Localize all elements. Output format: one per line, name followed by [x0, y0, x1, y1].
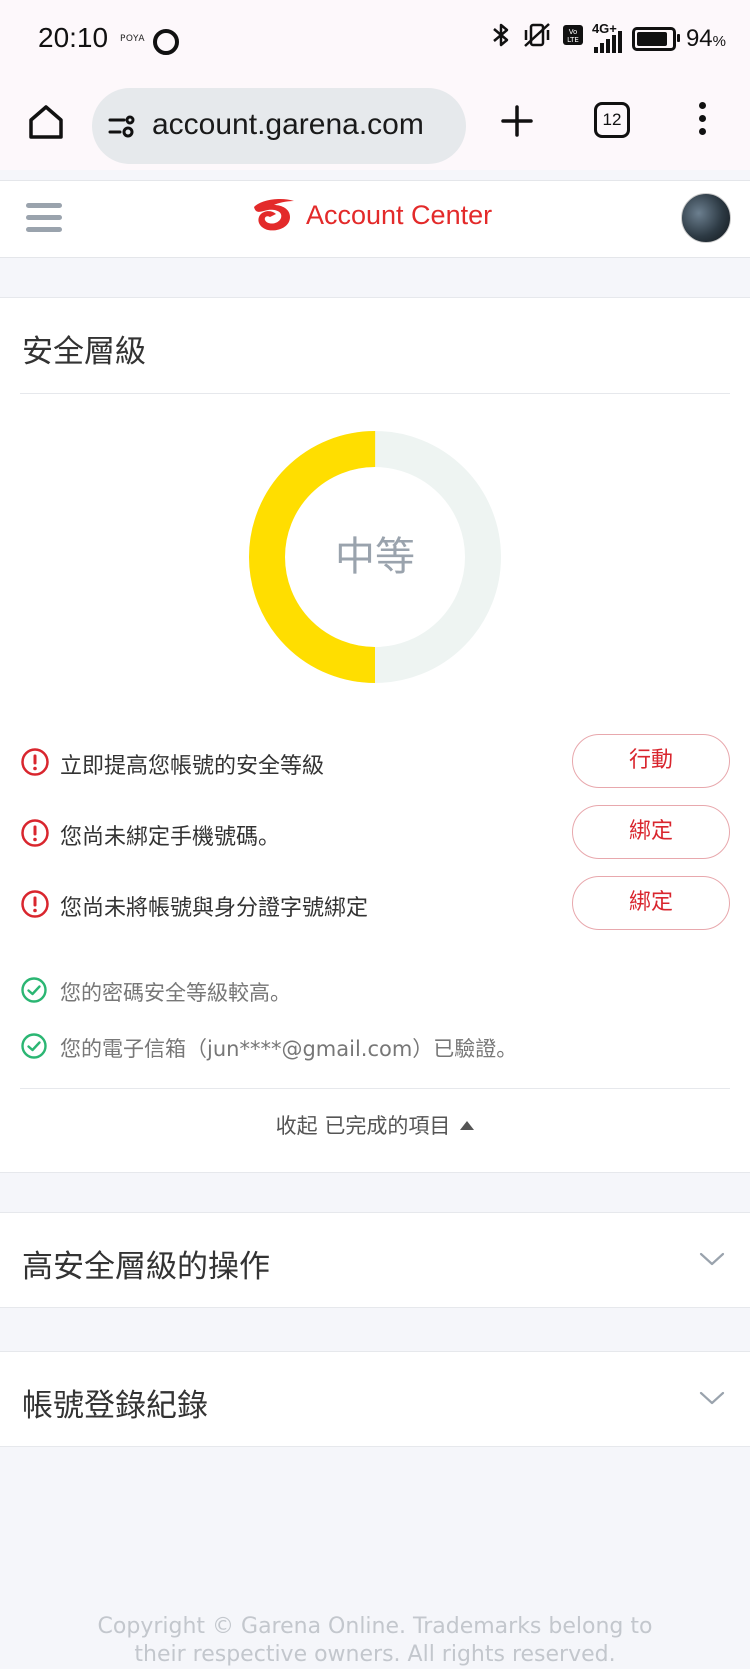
home-button[interactable]: [26, 102, 66, 142]
divider: [20, 1088, 730, 1089]
security-gauge: 中等: [249, 431, 501, 683]
menu-bar-icon: [26, 203, 62, 208]
more-menu-button[interactable]: [694, 102, 710, 142]
network-type: 4G+: [591, 20, 617, 36]
check-circle-icon: [21, 977, 47, 1003]
tab-switcher-button[interactable]: 12: [594, 102, 630, 138]
caret-up-icon: [460, 1120, 475, 1130]
accordion-title: 帳號登錄紀錄: [22, 1388, 208, 1424]
svg-text:Vo: Vo: [569, 28, 578, 36]
menu-bar-icon: [26, 215, 62, 220]
home-icon: [29, 105, 63, 139]
site-title: Account Center: [306, 199, 493, 230]
accordion-high-security-actions[interactable]: 高安全層級的操作: [0, 1212, 750, 1308]
alert-icon: [21, 890, 49, 918]
svg-text:LTE: LTE: [567, 36, 579, 44]
vibrate-off-icon: [522, 22, 552, 55]
status-icons: Vo LTE 4G+ 94%: [490, 21, 726, 55]
bluetooth-icon: [490, 22, 512, 55]
avatar[interactable]: [681, 193, 731, 243]
task-row: 立即提高您帳號的安全等級 行動: [20, 734, 730, 790]
notification-ring-icon: [153, 29, 179, 55]
copyright-line: their respective owners. All rights rese…: [134, 1642, 616, 1667]
more-dot-icon: [698, 128, 706, 135]
copyright-line: Copyright © Garena Online. Trademarks be…: [97, 1614, 653, 1639]
security-level-label: 中等: [335, 534, 415, 580]
more-dot-icon: [698, 115, 706, 122]
site-header: Account Center: [0, 180, 750, 258]
completed-text: 您的電子信箱（jun****@gmail.com）已驗證。: [60, 1037, 518, 1061]
site-settings-icon[interactable]: [108, 112, 138, 140]
chevron-down-icon: [699, 1252, 725, 1266]
action-button[interactable]: 行動: [572, 734, 730, 788]
accordion-login-history[interactable]: 帳號登錄紀錄: [0, 1351, 750, 1447]
signal-icon: 4G+: [592, 21, 622, 53]
completed-item: 您的密碼安全等級較高。: [20, 970, 730, 1010]
completed-text: 您的密碼安全等級較高。: [60, 981, 291, 1005]
status-time: 20:10: [38, 22, 109, 53]
security-title: 安全層級: [22, 334, 146, 370]
garena-logo-icon: [254, 199, 294, 231]
task-row: 您尚未將帳號與身分證字號綁定 綁定: [20, 876, 730, 932]
carrier-label: POYA: [120, 34, 145, 44]
security-level-card: 安全層級 中等 立即提高您帳號的安全等級 行動 您尚未綁定手機號碼。 綁定 您尚…: [0, 297, 750, 1173]
plus-icon: [501, 105, 533, 137]
task-text: 您尚未將帳號與身分證字號綁定: [60, 896, 369, 921]
collapse-completed-toggle[interactable]: 收起 已完成的項目: [0, 1110, 750, 1140]
volte-icon: Vo LTE: [562, 24, 584, 53]
chevron-down-icon: [699, 1391, 725, 1405]
brand[interactable]: Account Center: [252, 197, 492, 233]
battery-unit: %: [712, 32, 726, 50]
address-bar[interactable]: account.garena.com: [92, 88, 466, 164]
bind-phone-button[interactable]: 綁定: [572, 805, 730, 859]
check-circle-icon: [21, 1033, 47, 1059]
browser-toolbar: account.garena.com 12: [0, 82, 750, 170]
task-text: 您尚未綁定手機號碼。: [60, 825, 281, 850]
task-text: 立即提高您帳號的安全等級: [60, 754, 325, 779]
bind-id-button[interactable]: 綁定: [572, 876, 730, 930]
battery-icon: [631, 26, 680, 51]
completed-item: 您的電子信箱（jun****@gmail.com）已驗證。: [20, 1026, 730, 1066]
alert-icon: [21, 819, 49, 847]
battery-level-fill: [636, 31, 667, 46]
menu-button[interactable]: [26, 203, 62, 233]
status-bar: 20:10 POYA Vo LTE 4G+ 94%: [0, 0, 750, 82]
accordion-title: 高安全層級的操作: [22, 1249, 270, 1285]
alert-icon: [21, 748, 49, 776]
footer: Copyright © Garena Online. Trademarks be…: [0, 1613, 750, 1669]
battery-value: 94: [685, 24, 713, 52]
divider: [20, 393, 730, 394]
more-dot-icon: [698, 102, 706, 109]
battery-percent: 94%: [686, 25, 726, 53]
collapse-label: 收起 已完成的項目: [275, 1114, 451, 1138]
task-row: 您尚未綁定手機號碼。 綁定: [20, 805, 730, 861]
url-text: account.garena.com: [152, 108, 424, 141]
new-tab-button[interactable]: [500, 104, 534, 138]
menu-bar-icon: [26, 227, 62, 232]
